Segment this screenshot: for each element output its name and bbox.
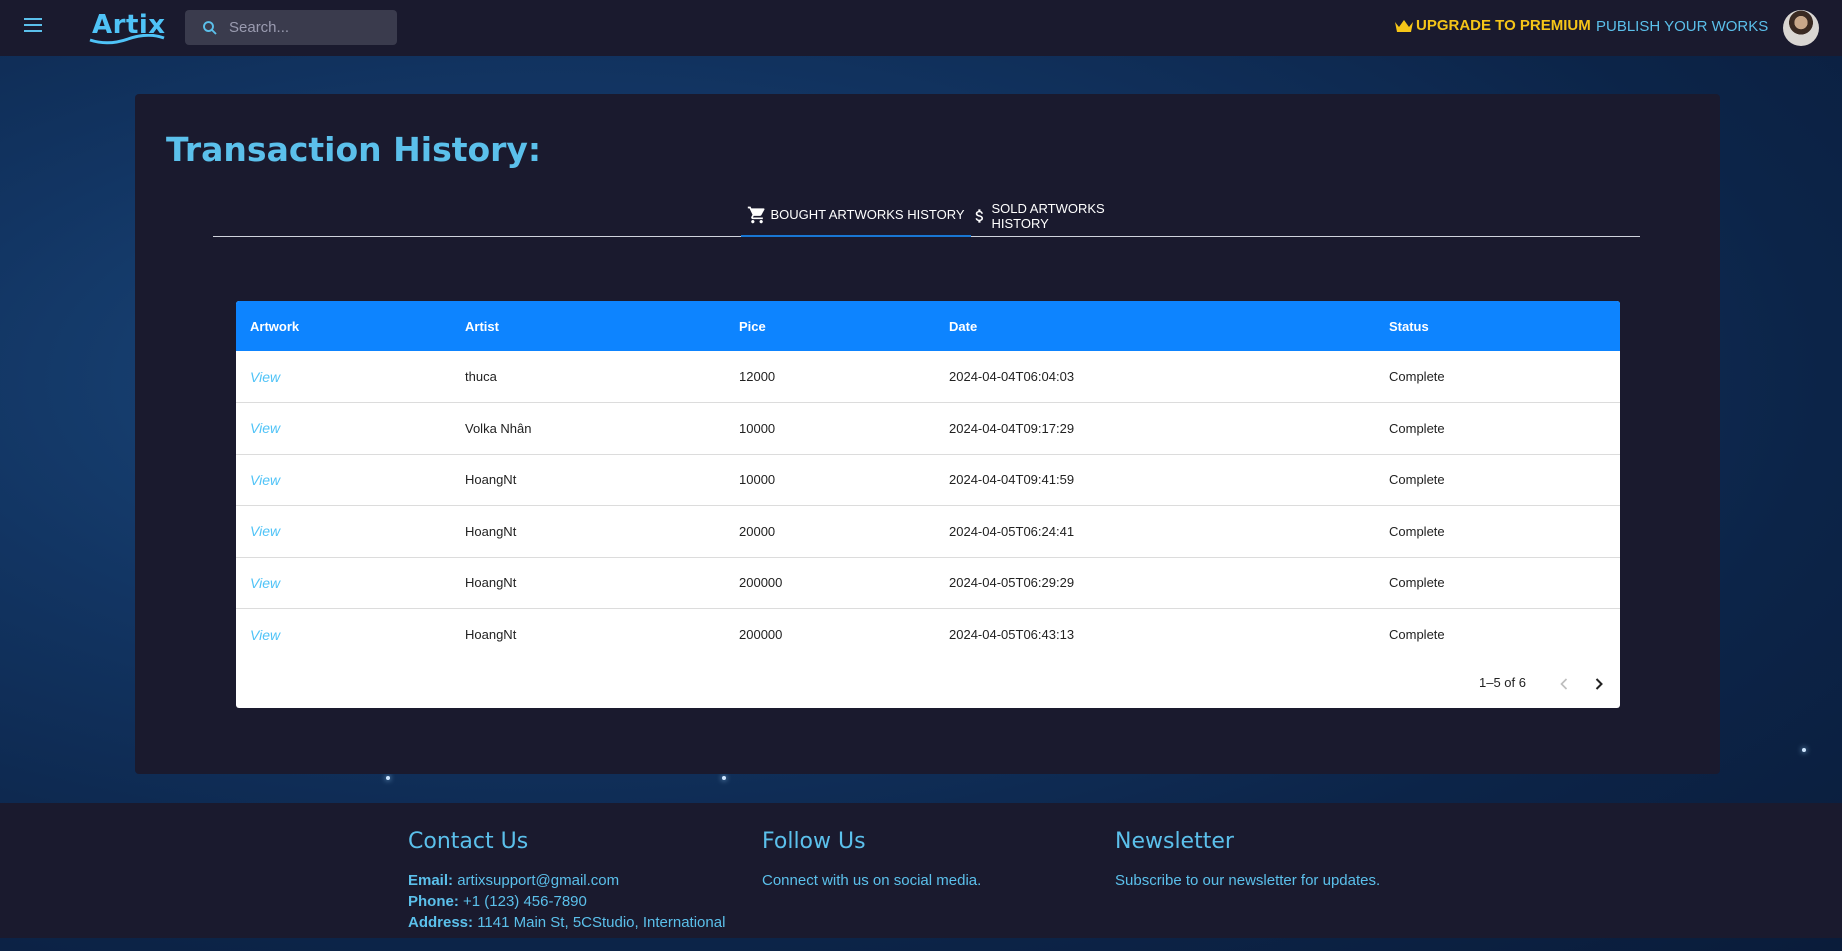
price-cell: 10000 [725,454,935,506]
price-cell: 10000 [725,402,935,455]
table-row: View HoangNt 200000 2024-04-05T06:43:13 … [236,609,1620,661]
upgrade-premium-label: UPGRADE TO PREMIUM [1416,17,1591,34]
table-row: View thuca 12000 2024-04-04T06:04:03 Com… [236,351,1620,403]
date-cell: 2024-04-05T06:29:29 [935,557,1375,609]
phone-label: Phone: [408,893,459,910]
status-cell: Complete [1375,557,1620,609]
search-box [185,10,397,45]
date-cell: 2024-04-04T06:04:03 [935,351,1375,403]
status-cell: Complete [1375,454,1620,506]
artist-cell: HoangNt [451,557,725,609]
follow-title: Follow Us [762,829,866,854]
chevron-right-icon[interactable] [1589,674,1609,694]
view-artwork-link[interactable]: View [250,523,280,539]
view-artwork-link[interactable]: View [250,420,280,436]
footer-newsletter: Newsletter Subscribe to our newsletter f… [1115,829,1380,891]
newsletter-text: Subscribe to our newsletter for updates. [1115,872,1381,889]
upgrade-premium-button[interactable]: UPGRADE TO PREMIUM [1394,17,1591,34]
address-value: 1141 Main St, 5CStudio, International [477,914,726,931]
table-row: View HoangNt 10000 2024-04-04T09:41:59 C… [236,454,1620,506]
footer: Contact Us Email: artixsupport@gmail.com… [0,803,1842,938]
status-cell: Complete [1375,351,1620,403]
table-row: View HoangNt 200000 2024-04-05T06:29:29 … [236,557,1620,609]
view-artwork-link[interactable]: View [250,575,280,591]
crown-icon [1395,19,1413,32]
pagination: 1–5 of 6 [236,660,1620,708]
transactions-table: Artwork Artist Pice Date Status View thu… [236,301,1620,708]
date-cell: 2024-04-04T09:41:59 [935,454,1375,506]
artist-cell: HoangNt [465,627,517,642]
price-cell: 20000 [725,505,935,558]
contact-title: Contact Us [408,829,529,854]
publish-works-link[interactable]: PUBLISH YOUR WORKS [1596,18,1768,35]
top-bar: Artix UPGRADE TO PREMIUM PUBLISH YOUR WO… [0,0,1842,56]
tab-sold-artworks[interactable]: SOLD ARTWORKS HISTORY [971,194,1161,237]
logo[interactable]: Artix [88,6,166,46]
pagination-text: 1–5 of 6 [1479,675,1526,690]
avatar[interactable] [1783,10,1819,46]
price-cell: 12000 [725,351,935,403]
search-icon [203,20,217,35]
menu-icon[interactable] [24,18,44,38]
view-artwork-link[interactable]: View [250,472,280,488]
table-row: View Volka Nhân 10000 2024-04-04T09:17:2… [236,402,1620,455]
artist-cell: HoangNt [451,454,725,506]
address-label: Address: [408,914,474,931]
search-input[interactable] [229,19,389,36]
price-cell: 200000 [739,627,783,642]
column-header-date: Date [949,318,978,334]
column-header-artist: Artist [465,318,499,334]
column-header-price: Pice [739,318,766,334]
phone-value: +1 (123) 456-7890 [463,893,587,910]
chevron-left-icon[interactable] [1554,674,1574,694]
status-cell: Complete [1389,627,1445,642]
history-tabs: BOUGHT ARTWORKS HISTORY SOLD ARTWORKS HI… [213,194,1640,237]
view-artwork-link[interactable]: View [250,627,280,643]
date-cell: 2024-04-04T09:17:29 [935,402,1375,455]
view-artwork-link[interactable]: View [250,369,280,385]
tab-sold-label: SOLD ARTWORKS HISTORY [991,200,1105,231]
status-cell: Complete [1375,505,1620,558]
column-header-artwork: Artwork [250,318,300,334]
footer-follow: Follow Us Connect with us on social medi… [762,829,981,891]
date-cell: 2024-04-05T06:43:13 [949,627,1075,642]
transaction-history-panel: Transaction History: BOUGHT ARTWORKS HIS… [135,94,1720,774]
date-cell: 2024-04-05T06:24:41 [935,505,1375,558]
tab-bought-label: BOUGHT ARTWORKS HISTORY [770,207,965,222]
dollar-icon [975,208,984,223]
price-cell: 200000 [725,557,935,609]
status-cell: Complete [1375,402,1620,455]
cart-icon [748,206,765,223]
email-value[interactable]: artixsupport@gmail.com [457,872,619,889]
table-row: View HoangNt 20000 2024-04-05T06:24:41 C… [236,505,1620,558]
artist-cell: thuca [451,351,725,403]
email-label: Email: [408,872,454,889]
newsletter-title: Newsletter [1115,829,1234,854]
page-title: Transaction History: [166,130,542,169]
column-header-status: Status [1389,318,1429,334]
artist-cell: HoangNt [451,505,725,558]
table-header-row: Artwork Artist Pice Date Status [236,301,1620,351]
follow-text: Connect with us on social media. [762,872,982,889]
footer-contact: Contact Us Email: artixsupport@gmail.com… [408,829,725,933]
logo-wave-icon [89,34,165,45]
artist-cell: Volka Nhân [451,402,725,455]
tab-bought-artworks[interactable]: BOUGHT ARTWORKS HISTORY [741,194,971,237]
